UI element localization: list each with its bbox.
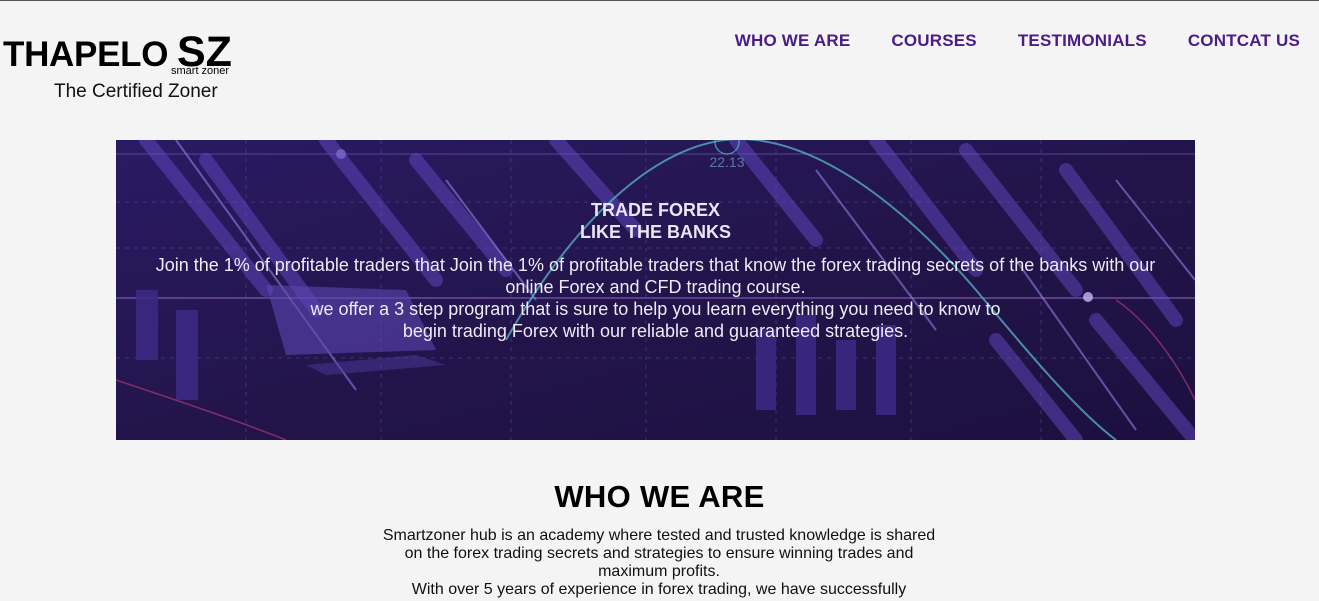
hero-text-1: Join the 1% of profitable traders that J… bbox=[155, 255, 1156, 297]
brand-logo[interactable]: THAPELO SZ smart zoner The Certified Zon… bbox=[3, 28, 303, 108]
hero-banner: 22.13 TRADE FOREX LIKE THE BANKS Join th… bbox=[116, 140, 1195, 440]
hero-title-line2: LIKE THE BANKS bbox=[579, 222, 731, 242]
who-we-are-heading: WHO WE ARE bbox=[554, 479, 765, 514]
who-we-are-text: Smartzoner hub is an academy where teste… bbox=[378, 527, 940, 599]
main-nav: WHO WE ARE COURSES TESTIMONIALS CONTCAT … bbox=[735, 30, 1300, 52]
nav-contact-us[interactable]: CONTCAT US bbox=[1188, 30, 1300, 52]
brand-tagline: The Certified Zoner bbox=[54, 81, 218, 102]
who-text-1: Smartzoner hub is an academy where teste… bbox=[382, 527, 936, 580]
nav-courses[interactable]: COURSES bbox=[891, 30, 976, 52]
hero-title-line1: TRADE FOREX bbox=[590, 200, 720, 220]
hero-content: TRADE FOREX LIKE THE BANKS Join the 1% o… bbox=[116, 140, 1195, 440]
top-border bbox=[0, 0, 1319, 1]
nav-who-we-are[interactable]: WHO WE ARE bbox=[735, 30, 851, 52]
hero-description: Join the 1% of profitable traders that J… bbox=[146, 254, 1165, 342]
hero-text-2: we offer a 3 step program that is sure t… bbox=[310, 299, 1001, 341]
nav-testimonials[interactable]: TESTIMONIALS bbox=[1018, 30, 1147, 52]
brand-sub-label: smart zoner bbox=[171, 65, 230, 77]
hero-title: TRADE FOREX LIKE THE BANKS bbox=[116, 199, 1195, 243]
who-text-2: With over 5 years of experience in forex… bbox=[411, 581, 907, 598]
brand-name: THAPELO bbox=[3, 35, 169, 74]
